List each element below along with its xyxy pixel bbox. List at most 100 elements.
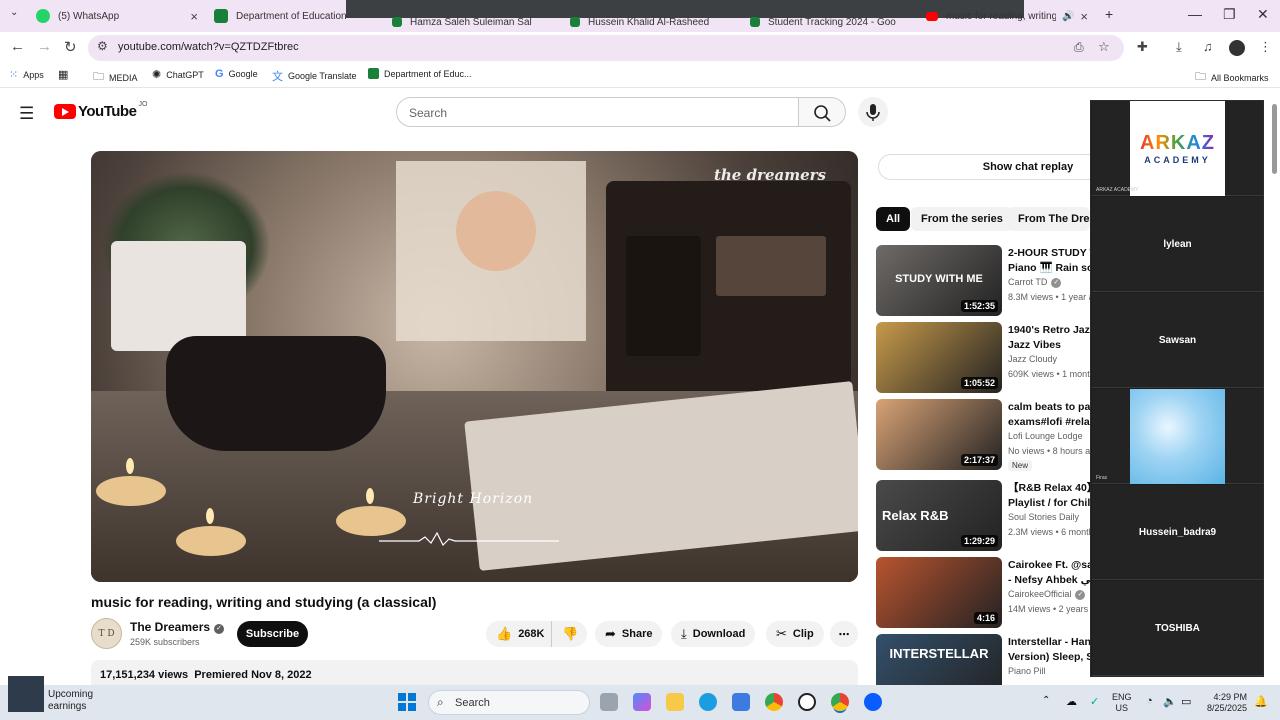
- subscribe-button[interactable]: Subscribe: [237, 621, 308, 647]
- recommended-video[interactable]: STUDY WITH ME 1:52:35 2-HOUR STUDY WITH ME…: [876, 245, 1104, 317]
- tab-youtube-active[interactable]: music for reading, writing a 🔊 ×: [926, 6, 1096, 26]
- tab-sheet-2[interactable]: Hamza Saleh Suleiman Saleh: [392, 14, 532, 30]
- recommended-title[interactable]: 【R&B Relax 40】 Playlist / for Chill: [1008, 481, 1098, 511]
- maximize-icon[interactable]: ❐: [1223, 6, 1236, 23]
- reload-icon[interactable]: ↻: [64, 38, 77, 56]
- weather-widget-icon[interactable]: [8, 676, 44, 712]
- like-button[interactable]: 👍 268K: [486, 621, 551, 647]
- recommended-title[interactable]: 2-HOUR STUDY WITH ME Piano 🎹 Rain sounds: [1008, 246, 1098, 276]
- address-bar[interactable]: ⚙ youtube.com/watch?v=QZTDZFtbrec ⎙ ☆: [88, 35, 1124, 61]
- tray-overflow-icon[interactable]: ⌃: [1042, 695, 1050, 706]
- copilot-icon[interactable]: [633, 693, 651, 711]
- chip-from-series[interactable]: From the series: [911, 207, 1013, 231]
- bookmark-department[interactable]: Department of Educ...: [368, 68, 472, 79]
- zoom-tile-lylean[interactable]: lylean: [1092, 197, 1263, 292]
- zoom-app-icon[interactable]: [864, 693, 882, 711]
- language-indicator[interactable]: ENG US: [1112, 692, 1132, 714]
- tab-whatsapp[interactable]: (5) WhatsApp ×: [36, 4, 202, 28]
- recommended-channel[interactable]: Piano Pill: [1008, 666, 1046, 676]
- download-icon[interactable]: ⤓: [1176, 39, 1182, 55]
- clip-button[interactable]: ✂ Clip: [766, 621, 824, 647]
- search-input[interactable]: Search: [396, 97, 800, 127]
- taskbar-search[interactable]: ⌕ Search: [428, 690, 590, 715]
- notifications-icon[interactable]: 🔔: [1254, 695, 1268, 708]
- video-thumbnail[interactable]: 4:16: [876, 557, 1002, 628]
- chip-from-channel[interactable]: From The Dreamers: [1008, 207, 1090, 231]
- youtube-logo[interactable]: YouTube JO: [54, 101, 147, 120]
- file-explorer-icon[interactable]: [666, 693, 684, 711]
- speaker-icon[interactable]: 🔊: [1062, 11, 1074, 22]
- bookmark-media[interactable]: 🗀 MEDIA: [93, 68, 138, 87]
- recommended-video[interactable]: 1:05:52 1940's Retro Jazz Jazz Vibes Jazz C…: [876, 322, 1112, 394]
- tab-search-icon[interactable]: ⌄: [10, 7, 18, 18]
- recommended-channel[interactable]: Soul Stories Daily: [1008, 512, 1079, 522]
- video-thumbnail[interactable]: STUDY WITH ME 1:52:35: [876, 245, 1002, 316]
- tab-sheet-4[interactable]: Student Tracking 2024 - Goo: [750, 14, 900, 30]
- wifi-icon[interactable]: ◔: [1146, 695, 1153, 707]
- dislike-button[interactable]: 👎: [551, 621, 587, 647]
- bookmark-star-icon[interactable]: ☆: [1098, 39, 1110, 55]
- bookmark-tab-groups[interactable]: ▦: [58, 68, 73, 81]
- share-button[interactable]: ➦ Share: [595, 621, 663, 647]
- recommended-video[interactable]: 4:16 Cairokee Ft. @sara - Nefsy Ahbek نفسي…: [876, 557, 1106, 629]
- recommended-channel[interactable]: Jazz Cloudy: [1008, 354, 1057, 364]
- edge-icon[interactable]: [699, 693, 717, 711]
- volume-icon[interactable]: 🔈: [1163, 695, 1177, 708]
- channel-name[interactable]: The Dreamers ✓: [130, 620, 225, 634]
- zoom-tile-sky[interactable]: Firas: [1092, 389, 1263, 484]
- windows-start-icon[interactable]: [398, 693, 416, 711]
- recommended-channel[interactable]: CairokeeOfficial ✓: [1008, 589, 1086, 600]
- chrome-active-icon[interactable]: [831, 693, 849, 711]
- site-info-icon[interactable]: ⚙: [97, 39, 108, 53]
- close-icon[interactable]: ×: [190, 9, 198, 24]
- media-control-icon[interactable]: ♫: [1203, 39, 1213, 54]
- recommended-channel[interactable]: Carrot TD ✓: [1008, 277, 1062, 288]
- new-tab-icon[interactable]: +: [1105, 6, 1113, 22]
- bookmark-google-translate[interactable]: 文 Google Translate: [272, 68, 357, 84]
- channel-avatar[interactable]: T D: [91, 618, 122, 649]
- page-scrollbar[interactable]: [1272, 104, 1277, 174]
- window-close-icon[interactable]: ✕: [1257, 6, 1269, 23]
- tab-sheet-3[interactable]: Hussein Khalid Al-Rasheed: [570, 14, 710, 30]
- weather-widget-text[interactable]: Upcoming earnings: [48, 689, 93, 713]
- profile-avatar[interactable]: [1229, 40, 1245, 56]
- task-view-icon[interactable]: [600, 693, 618, 711]
- tab-department-education[interactable]: Department of Education and: [214, 4, 346, 28]
- clock[interactable]: 4:29 PM 8/25/2025: [1203, 692, 1247, 714]
- back-icon[interactable]: ←: [10, 38, 25, 55]
- bookmark-chatgpt[interactable]: ✺ ChatGPT: [152, 68, 204, 81]
- zoom-tile-arkaz[interactable]: ARKAZ ACADEMY ARKAZ ACADEMY: [1092, 101, 1263, 196]
- cloud-icon[interactable]: ☁: [1066, 695, 1077, 708]
- recommended-title[interactable]: Cairokee Ft. @sara - Nefsy Ahbek نفسي: [1008, 558, 1098, 588]
- download-button[interactable]: ⤓ Download: [671, 621, 756, 647]
- recommended-title[interactable]: Interstellar - Hans Zimmer Version) Sleep…: [1008, 635, 1098, 665]
- install-app-icon[interactable]: ⎙: [1074, 40, 1084, 55]
- voice-search-button[interactable]: [858, 97, 888, 127]
- video-thumbnail[interactable]: 1:05:52: [876, 322, 1002, 393]
- recommended-title[interactable]: 1940's Retro Jazz Jazz Vibes: [1008, 323, 1098, 353]
- zoom-tile-sawsan[interactable]: Sawsan: [1092, 293, 1263, 388]
- search-button[interactable]: [798, 97, 846, 127]
- zoom-tile-hussein[interactable]: Hussein_badra9: [1092, 485, 1263, 580]
- minimize-icon[interactable]: —: [1188, 6, 1202, 22]
- menu-hamburger-icon[interactable]: ☰: [19, 104, 34, 124]
- menu-kebab-icon[interactable]: ⋮: [1259, 39, 1272, 55]
- zoom-tile-toshiba[interactable]: TOSHIBA: [1092, 581, 1263, 676]
- chrome-icon[interactable]: [765, 693, 783, 711]
- chatgpt-app-icon[interactable]: [798, 693, 816, 711]
- extensions-icon[interactable]: ✚: [1137, 39, 1148, 55]
- bookmark-google[interactable]: G Google: [215, 68, 258, 80]
- recommended-video[interactable]: Relax R&B 1:29:29 【R&B Relax 40】 Playlist /…: [876, 480, 1116, 552]
- bookmark-all[interactable]: 🗀 All Bookmarks: [1195, 68, 1269, 87]
- recommended-video[interactable]: 2:17:37 calm beats to pass exams#lofi #rel…: [876, 399, 1100, 471]
- close-icon[interactable]: ×: [1080, 9, 1088, 24]
- video-thumbnail[interactable]: 2:17:37: [876, 399, 1002, 470]
- forward-icon[interactable]: →: [37, 38, 52, 55]
- store-icon[interactable]: [732, 693, 750, 711]
- battery-icon[interactable]: ▭: [1181, 695, 1191, 708]
- network-status-icon[interactable]: ✓: [1090, 695, 1099, 708]
- recommended-channel[interactable]: Lofi Lounge Lodge: [1008, 431, 1083, 441]
- video-player[interactable]: the dreamers Bright Horizon: [91, 151, 858, 582]
- chip-all[interactable]: All: [876, 207, 911, 231]
- more-actions-button[interactable]: ⋯: [830, 621, 858, 647]
